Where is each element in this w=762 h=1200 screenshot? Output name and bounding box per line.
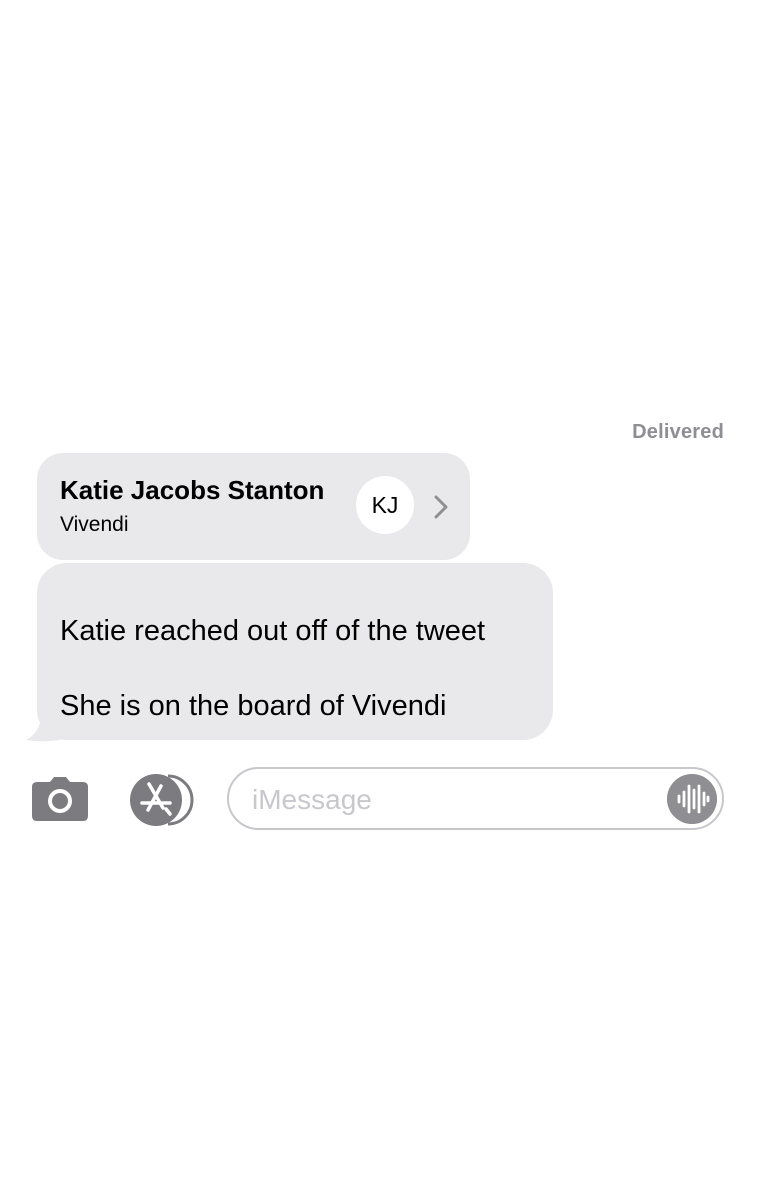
camera-icon[interactable] — [31, 776, 89, 822]
message-bubble[interactable]: Katie reached out off of the tweet She i… — [37, 563, 553, 740]
delivered-status: Delivered — [632, 421, 724, 443]
audio-waveform-icon[interactable] — [667, 774, 717, 824]
contact-name: Katie Jacobs Stanton — [60, 475, 325, 505]
contact-company: Vivendi — [60, 513, 129, 536]
chevron-right-icon — [434, 495, 448, 519]
contact-card-bubble[interactable]: Katie Jacobs Stanton Vivendi KJ — [37, 453, 470, 560]
message-input[interactable]: iMessage — [227, 767, 724, 830]
message-text-line: Katie reached out off of the tweet — [60, 615, 486, 647]
contact-avatar: KJ — [356, 476, 414, 534]
app-store-icon[interactable] — [128, 774, 196, 826]
message-text-line: She is on the board of Vivendi — [60, 690, 447, 722]
input-placeholder: iMessage — [252, 784, 372, 815]
message-screen: Delivered Katie Jacobs Stanton Vivendi K… — [0, 0, 762, 1200]
